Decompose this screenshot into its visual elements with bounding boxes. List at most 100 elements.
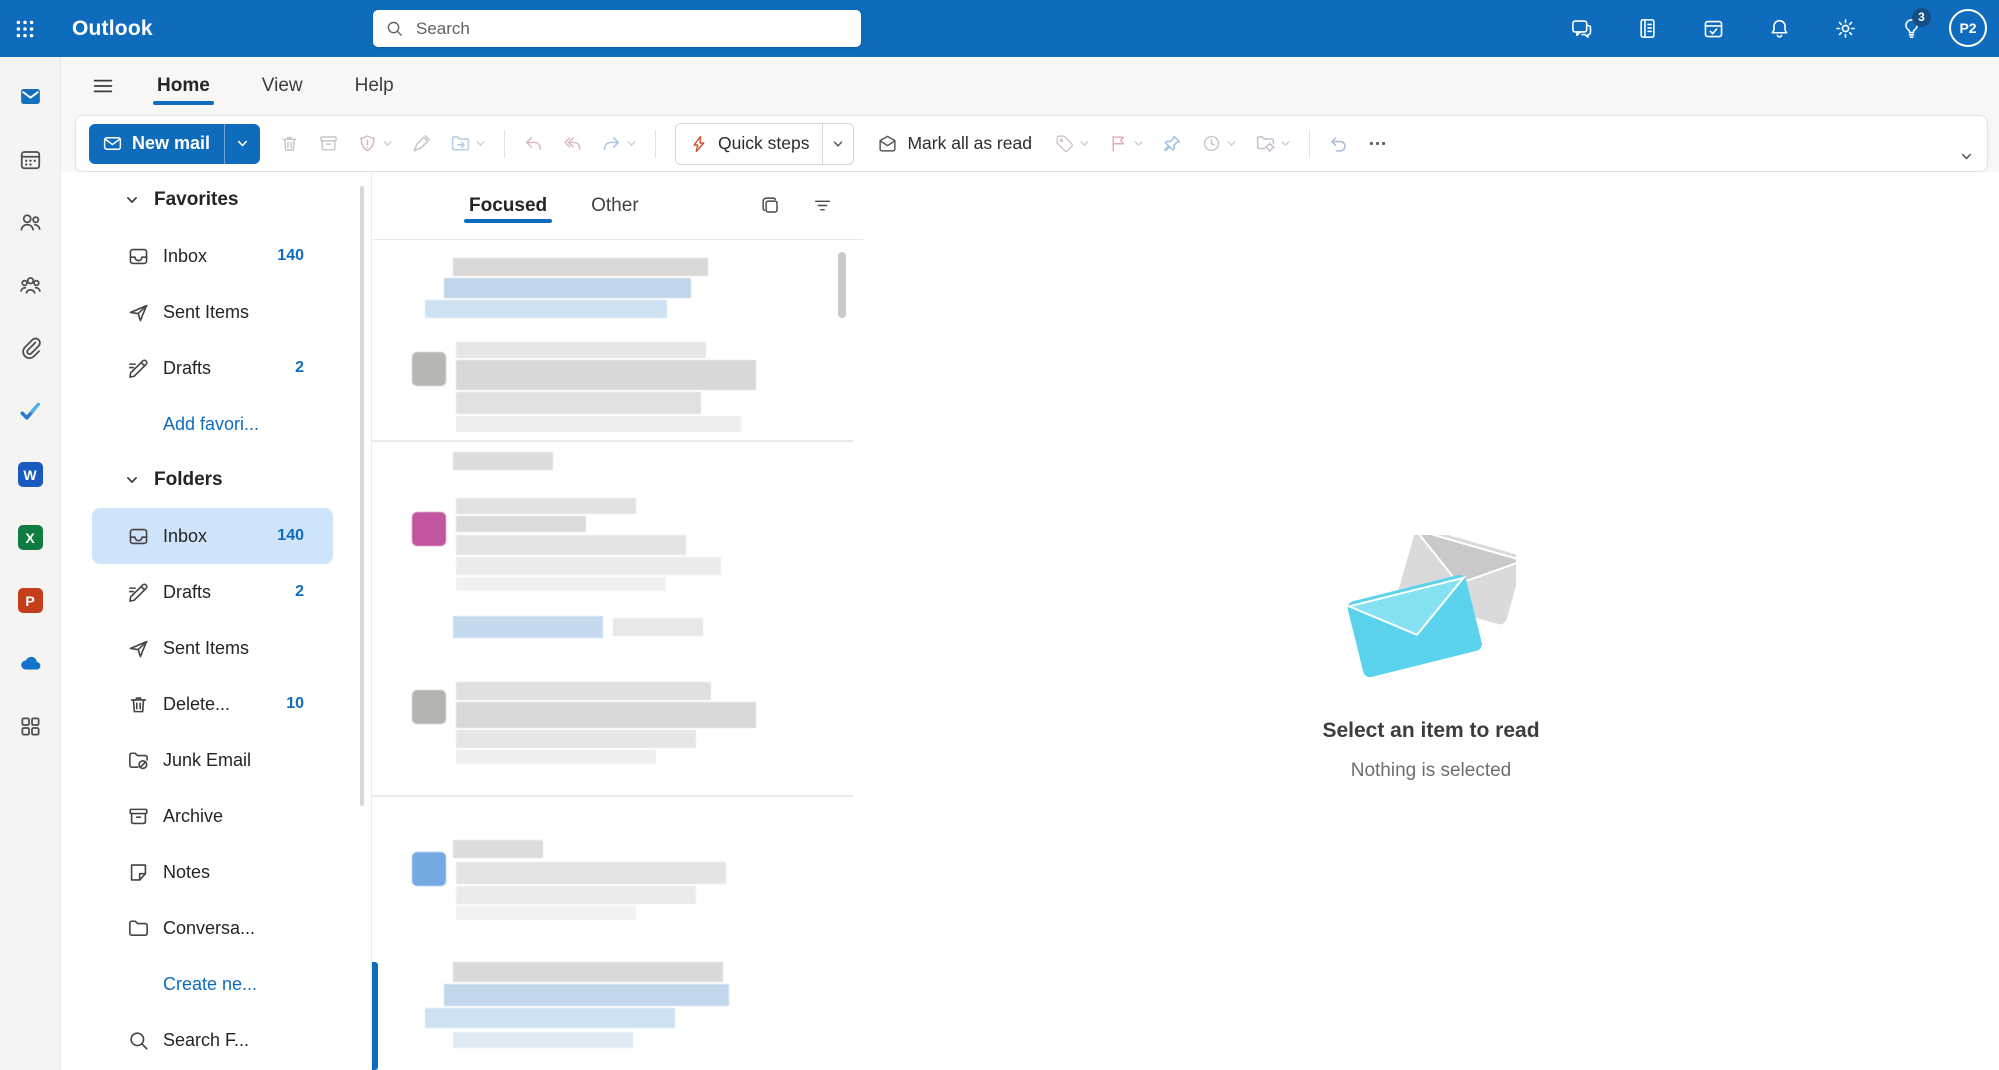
flag-button[interactable] [1099, 124, 1153, 164]
section-header-favorites[interactable]: Favorites [61, 172, 371, 228]
tab-focused[interactable]: Focused [467, 181, 549, 231]
forward-button[interactable] [592, 124, 646, 164]
folder-pane-scrollbar[interactable] [360, 186, 364, 806]
folder-junk-email[interactable]: Junk Email [92, 732, 333, 788]
section-header-folders[interactable]: Folders [61, 452, 371, 508]
pin-icon [1162, 133, 1183, 154]
tab-view[interactable]: View [254, 65, 311, 107]
hamburger-icon [91, 74, 115, 98]
sender-avatar [412, 512, 446, 546]
redacted-text-block [444, 278, 691, 298]
folder-sent-items[interactable]: Sent Items [92, 284, 333, 340]
rail-item-todo[interactable] [0, 380, 61, 443]
folder-delete[interactable]: Delete...10 [92, 676, 333, 732]
sidebar-sections: FavoritesInbox140Sent ItemsDrafts2Add fa… [61, 172, 371, 1068]
send-icon [127, 637, 150, 660]
section-label: Folders [154, 469, 223, 491]
notifications-button[interactable] [1757, 7, 1801, 51]
quick-steps-label: Quick steps [718, 133, 809, 154]
message-list-items[interactable] [372, 240, 863, 1070]
brand-title: Outlook [72, 17, 153, 41]
rail-item-groups[interactable] [0, 254, 61, 317]
rail-item-attachments[interactable] [0, 317, 61, 380]
folder-drafts[interactable]: Drafts2 [92, 564, 333, 620]
archive-button[interactable] [309, 124, 348, 164]
quick-steps-dropdown-button[interactable] [822, 124, 853, 164]
reply-button[interactable] [514, 124, 553, 164]
snooze-button[interactable] [1192, 124, 1246, 164]
mark-all-as-read-button[interactable]: Mark all as read [864, 124, 1045, 164]
tab-home[interactable]: Home [149, 65, 218, 107]
undo-button[interactable] [1319, 124, 1358, 164]
collapse-ribbon-button[interactable] [1956, 146, 1977, 167]
rail-item-word[interactable]: W [0, 443, 61, 506]
pin-button[interactable] [1153, 124, 1192, 164]
onenote-feed-button[interactable] [1625, 7, 1669, 51]
link-add-favori[interactable]: Add favori... [92, 396, 333, 452]
rail-item-more-apps[interactable] [0, 695, 61, 758]
sweep-button[interactable] [402, 124, 441, 164]
powerpoint-icon: P [18, 588, 43, 613]
tab-help[interactable]: Help [347, 65, 402, 107]
chevron-down-icon [832, 138, 844, 150]
my-day-button[interactable] [1691, 7, 1735, 51]
folder-conversa[interactable]: Conversa... [92, 900, 333, 956]
folder-inbox[interactable]: Inbox140 [92, 228, 333, 284]
redacted-text-block [456, 535, 686, 555]
quick-steps-button[interactable]: Quick steps [675, 123, 854, 165]
select-all-button[interactable] [755, 191, 785, 221]
rail-item-mail[interactable] [0, 65, 61, 128]
archive-icon [318, 133, 339, 154]
folder-pane: FavoritesInbox140Sent ItemsDrafts2Add fa… [61, 172, 371, 1070]
list-scrollbar-thumb[interactable] [838, 252, 846, 318]
rail-item-onedrive[interactable] [0, 632, 61, 695]
inbox-icon [127, 525, 150, 548]
chevron-down-icon [1226, 138, 1237, 149]
delete-button[interactable] [270, 124, 309, 164]
filter-button[interactable] [807, 191, 837, 221]
rail-item-people[interactable] [0, 191, 61, 254]
rules-button[interactable] [1246, 124, 1300, 164]
new-mail-dropdown-button[interactable] [224, 124, 260, 164]
move-to-button[interactable] [441, 124, 495, 164]
folder-drafts[interactable]: Drafts2 [92, 340, 333, 396]
settings-button[interactable] [1823, 7, 1867, 51]
people-icon [18, 210, 43, 235]
folder-search-f[interactable]: Search F... [92, 1012, 333, 1068]
sender-avatar [412, 352, 446, 386]
tag-button[interactable] [1045, 124, 1099, 164]
rail-item-calendar[interactable] [0, 128, 61, 191]
tab-other[interactable]: Other [589, 181, 641, 231]
selected-item-indicator [372, 962, 378, 1070]
rail-item-excel[interactable]: X [0, 506, 61, 569]
link-label: Add favori... [163, 414, 259, 435]
sender-avatar [412, 690, 446, 724]
account-avatar[interactable]: P2 [1949, 9, 1987, 47]
quick-steps-main[interactable]: Quick steps [676, 124, 822, 164]
onedrive-icon [18, 651, 43, 676]
notifications-icon [1768, 17, 1791, 40]
folder-label: Junk Email [163, 750, 251, 771]
rail-item-powerpoint[interactable]: P [0, 569, 61, 632]
teams-chat-button[interactable] [1559, 7, 1603, 51]
folder-archive[interactable]: Archive [92, 788, 333, 844]
link-create-ne[interactable]: Create ne... [92, 956, 333, 1012]
chevron-down-icon [236, 137, 249, 150]
reply-all-button[interactable] [553, 124, 592, 164]
calendar-icon [18, 147, 43, 172]
hamburger-menu-button[interactable] [75, 64, 131, 108]
folder-notes[interactable]: Notes [92, 844, 333, 900]
new-mail-main[interactable]: New mail [89, 124, 224, 164]
toolbar-separator [655, 130, 656, 158]
report-button[interactable] [348, 124, 402, 164]
folder-sent-items[interactable]: Sent Items [92, 620, 333, 676]
folder-inbox[interactable]: Inbox140 [92, 508, 333, 564]
more-button[interactable] [1358, 124, 1397, 164]
app-launcher-button[interactable] [0, 0, 50, 57]
new-mail-button[interactable]: New mail [89, 124, 260, 164]
search-bar[interactable] [373, 10, 861, 47]
redacted-text-block [425, 1008, 675, 1028]
search-input[interactable] [414, 18, 849, 40]
tips-button[interactable]: 3 [1889, 7, 1933, 51]
lightning-bolt-icon [689, 134, 709, 154]
